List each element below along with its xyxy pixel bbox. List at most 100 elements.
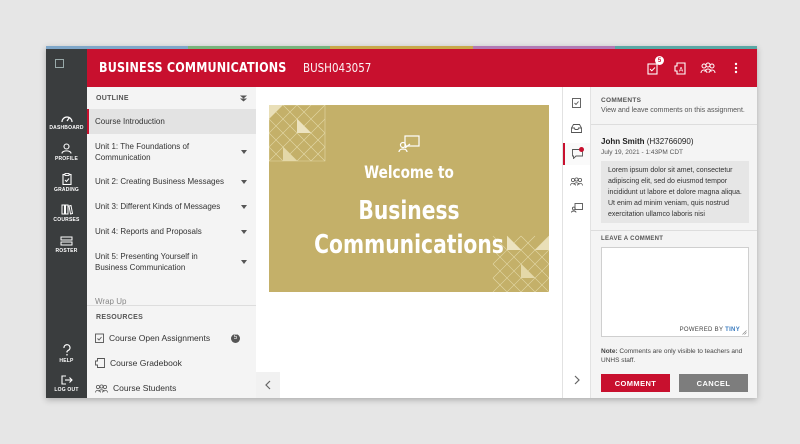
powered-by-brand: TINY <box>725 327 740 333</box>
nav-logout[interactable]: LOG OUT <box>46 375 87 393</box>
resources-title: RESOURCES <box>96 313 144 321</box>
outline-panel: OUTLINE Course Introduction Unit 1: The … <box>87 87 256 398</box>
outline-item-unit-1[interactable]: Unit 1: The Foundations of Communication <box>87 134 256 169</box>
students-icon <box>95 383 108 393</box>
nav-label: PROFILE <box>54 156 79 162</box>
leave-comment-title: LEAVE A COMMENT <box>601 236 664 242</box>
comment-body: Lorem ipsum dolor sit amet, consectetur … <box>601 161 749 223</box>
outline-item-label: Wrap Up <box>95 297 127 305</box>
powered-by-tiny[interactable]: POWERED BY TINY <box>680 327 740 333</box>
outline-item-label: Unit 4: Reports and Proposals <box>95 227 202 236</box>
chevron-left-icon <box>265 380 271 390</box>
outline-item-unit-5[interactable]: Unit 5: Presenting Yourself in Business … <box>87 244 256 280</box>
previous-page-button[interactable] <box>256 372 280 398</box>
rail-students-button[interactable] <box>563 170 590 192</box>
rail-presentation-button[interactable] <box>563 197 590 219</box>
nav-label: ROSTER <box>55 248 78 254</box>
chevron-down-icon[interactable] <box>241 179 247 184</box>
resources-panel: RESOURCES Course Open Assignments 5 Cour… <box>87 305 256 398</box>
left-nav: DASHBOARD PROFILE GRADING COURSES ROSTER… <box>46 49 87 398</box>
outline-item-course-introduction[interactable]: Course Introduction <box>87 109 256 134</box>
clipboard-check-icon <box>95 333 104 343</box>
students-icon <box>570 176 583 186</box>
right-tool-rail <box>562 87 591 398</box>
presentation-icon <box>570 203 583 213</box>
chevron-right-icon <box>574 375 580 385</box>
rail-inbox-button[interactable] <box>563 117 590 139</box>
gauge-icon <box>60 116 73 123</box>
course-title: BUSINESS COMMUNICATIONS <box>99 60 287 76</box>
comment-input[interactable] <box>602 248 748 320</box>
collapse-all-icon[interactable] <box>240 94 247 102</box>
nav-dashboard[interactable]: DASHBOARD <box>46 113 87 131</box>
course-header: BUSINESS COMMUNICATIONS BUSH043057 5 A <box>87 49 757 87</box>
nav-roster[interactable]: ROSTER <box>46 236 87 254</box>
help-icon <box>62 344 71 356</box>
students-icon <box>700 62 716 74</box>
chevron-down-icon[interactable] <box>241 229 247 234</box>
resource-gradebook[interactable]: Course Gradebook <box>95 358 182 368</box>
resource-open-assignments[interactable]: Course Open Assignments 5 <box>95 333 248 343</box>
more-vertical-icon <box>734 62 738 74</box>
open-assignments-badge: 5 <box>231 333 240 343</box>
cancel-button[interactable]: CANCEL <box>679 374 748 392</box>
chevron-down-icon[interactable] <box>241 149 247 154</box>
logo-image <box>55 59 64 68</box>
clipboard-check-icon <box>572 97 581 108</box>
gradebook-icon <box>95 358 105 368</box>
powered-by-label: POWERED BY <box>679 327 724 333</box>
outline-item-label: Unit 3: Different Kinds of Messages <box>95 202 221 211</box>
header-actions: 5 A <box>643 49 745 87</box>
user-icon <box>61 143 72 154</box>
resize-handle-icon[interactable] <box>742 330 747 335</box>
nav-profile[interactable]: PROFILE <box>46 143 87 162</box>
resource-label: Course Gradebook <box>110 358 182 368</box>
welcome-line-1: Welcome to <box>364 163 454 183</box>
outline-header[interactable]: OUTLINE <box>87 87 256 109</box>
outline-item-label: Unit 1: The Foundations of Communication <box>95 141 190 162</box>
nav-label: HELP <box>59 358 74 364</box>
outline-item-unit-2[interactable]: Unit 2: Creating Business Messages <box>87 169 256 194</box>
outline-item-unit-4[interactable]: Unit 4: Reports and Proposals <box>87 219 256 244</box>
logout-icon <box>60 375 73 385</box>
rail-assignments-button[interactable] <box>563 91 590 113</box>
resource-label: Course Students <box>113 383 177 393</box>
visibility-note: Note: Comments are only visible to teach… <box>601 347 751 365</box>
outline-title: OUTLINE <box>96 94 129 102</box>
resource-students[interactable]: Course Students <box>95 383 176 393</box>
comment-author-id: (H32766090) <box>646 137 694 146</box>
note-label: Note: <box>601 348 618 355</box>
chevron-down-icon[interactable] <box>241 204 247 209</box>
outline-item-unit-3[interactable]: Unit 3: Different Kinds of Messages <box>87 194 256 219</box>
clipboard-icon <box>61 173 72 185</box>
header-assignments-button[interactable]: 5 <box>643 56 664 77</box>
divider <box>591 124 757 125</box>
course-code: BUSH043057 <box>303 61 372 75</box>
nav-label: GRADING <box>53 187 79 193</box>
comment-author-name: John Smith <box>601 137 645 146</box>
comments-title: COMMENTS <box>601 97 642 104</box>
presentation-icon <box>398 135 420 153</box>
nav-courses[interactable]: COURSES <box>46 204 87 223</box>
outline-item-label: Unit 5: Presenting Yourself in Business … <box>95 252 198 272</box>
header-gradebook-button[interactable]: A <box>671 59 689 77</box>
rail-comments-button[interactable] <box>563 143 590 165</box>
welcome-line-2: Business <box>358 196 460 226</box>
main-content: Welcome to Business Communications <box>256 87 562 398</box>
note-text: Comments are only visible to teachers an… <box>601 348 743 364</box>
nav-help[interactable]: HELP <box>46 344 87 364</box>
comment-editor[interactable]: POWERED BY TINY <box>601 247 749 337</box>
chevron-down-icon[interactable] <box>241 260 247 264</box>
outline-item-wrap-up[interactable]: Wrap Up <box>87 295 256 305</box>
next-page-button[interactable] <box>563 370 590 390</box>
roster-icon <box>60 236 73 246</box>
header-more-button[interactable] <box>727 59 745 77</box>
header-students-button[interactable] <box>699 59 717 77</box>
nav-grading[interactable]: GRADING <box>46 173 87 193</box>
welcome-banner: Welcome to Business Communications <box>269 105 549 292</box>
comment-button[interactable]: COMMENT <box>601 374 670 392</box>
outline-item-label: Course Introduction <box>95 117 165 126</box>
resource-label: Course Open Assignments <box>109 333 211 343</box>
svg-text:A: A <box>679 66 684 73</box>
outline-item-label: Unit 2: Creating Business Messages <box>95 177 224 186</box>
